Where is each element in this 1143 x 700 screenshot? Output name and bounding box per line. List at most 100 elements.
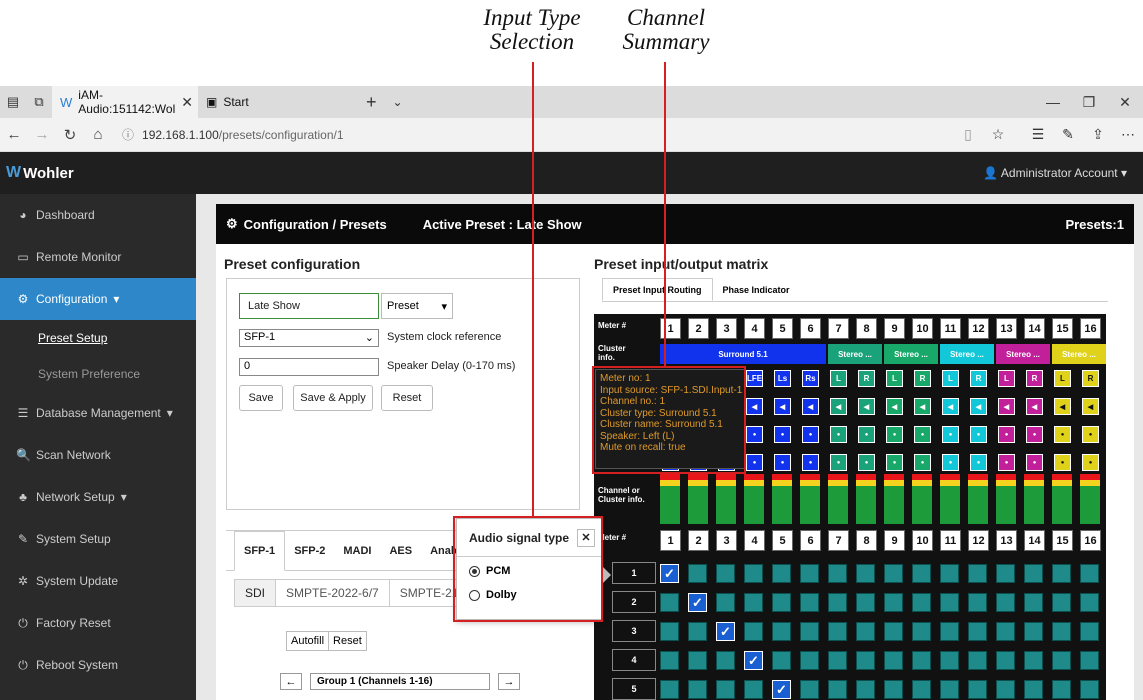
routing-cell[interactable] <box>744 622 763 641</box>
speaker-label[interactable]: L <box>886 370 903 387</box>
routing-cell[interactable] <box>940 622 959 641</box>
more-icon[interactable]: ⋯ <box>1113 126 1143 143</box>
routing-cell[interactable] <box>912 651 931 670</box>
speaker-label[interactable]: L <box>942 370 959 387</box>
routing-cell[interactable] <box>856 622 875 641</box>
routing-cell[interactable] <box>744 593 763 612</box>
routing-cell[interactable] <box>800 593 819 612</box>
routing-cell[interactable] <box>1052 564 1071 583</box>
reset-button[interactable]: Reset <box>381 385 433 411</box>
routing-cell[interactable] <box>856 593 875 612</box>
speaker-label[interactable]: L <box>998 370 1015 387</box>
routing-cell[interactable] <box>912 564 931 583</box>
routing-cell[interactable] <box>688 680 707 699</box>
routing-cell[interactable] <box>968 622 987 641</box>
routing-cell[interactable] <box>912 680 931 699</box>
clock-reference-select[interactable]: SFP-1 ⌄ <box>239 329 379 347</box>
favorites-hub-icon[interactable]: ☰ <box>1023 126 1053 143</box>
sidebar-item-factory-reset[interactable]: ⏻ Factory Reset <box>0 602 196 644</box>
routing-cell[interactable] <box>660 622 679 641</box>
routing-cell[interactable] <box>996 593 1015 612</box>
favorite-star-icon[interactable]: ☆ <box>983 126 1013 143</box>
routing-cell[interactable] <box>940 680 959 699</box>
speaker-label[interactable]: R <box>858 370 875 387</box>
sidebar-subitem-preset-setup[interactable]: Preset Setup <box>0 320 196 356</box>
routing-cell[interactable] <box>772 651 791 670</box>
speaker-delay-input[interactable]: 0 <box>239 358 379 376</box>
speaker-toggle[interactable]: ● <box>886 426 903 443</box>
speaker-label[interactable]: R <box>914 370 931 387</box>
back-icon[interactable]: ← <box>0 126 28 143</box>
speaker-toggle[interactable]: ● <box>942 454 959 471</box>
refresh-icon[interactable]: ↻ <box>56 126 84 144</box>
speaker-toggle[interactable]: ◀ <box>830 398 847 415</box>
restore-icon[interactable]: ❐ <box>1071 94 1107 111</box>
routing-cell[interactable] <box>800 622 819 641</box>
cluster-stereo[interactable]: Stereo ... <box>1052 344 1106 364</box>
speaker-label[interactable]: LFE <box>746 370 763 387</box>
routing-cell[interactable] <box>1024 564 1043 583</box>
speaker-label[interactable]: L <box>830 370 847 387</box>
cluster-stereo[interactable]: Stereo ... <box>828 344 882 364</box>
info-icon[interactable]: ⓘ <box>122 126 134 143</box>
routing-cell[interactable] <box>884 680 903 699</box>
routing-cell[interactable] <box>996 651 1015 670</box>
tabs-aside-icon[interactable]: ▤ <box>0 94 26 110</box>
speaker-toggle[interactable]: ● <box>830 426 847 443</box>
cluster-stereo[interactable]: Stereo ... <box>884 344 938 364</box>
speaker-toggle[interactable]: ● <box>998 454 1015 471</box>
routing-cell[interactable] <box>828 564 847 583</box>
routing-cell[interactable] <box>856 564 875 583</box>
routing-cell[interactable] <box>968 593 987 612</box>
speaker-label[interactable]: Ls <box>774 370 791 387</box>
speaker-toggle[interactable]: ● <box>970 454 987 471</box>
speaker-toggle[interactable]: ● <box>858 454 875 471</box>
sidebar-item-dashboard[interactable]: ◕ Dashboard <box>0 194 196 236</box>
speaker-toggle[interactable]: ◀ <box>914 398 931 415</box>
speaker-toggle[interactable]: ● <box>998 426 1015 443</box>
speaker-toggle[interactable]: ● <box>802 454 819 471</box>
routing-cell[interactable] <box>996 680 1015 699</box>
routing-cell[interactable] <box>884 564 903 583</box>
forward-icon[interactable]: → <box>28 126 56 143</box>
routing-cell[interactable] <box>996 622 1015 641</box>
speaker-label[interactable]: Rs <box>802 370 819 387</box>
routing-cell[interactable] <box>1080 593 1099 612</box>
speaker-label[interactable]: R <box>970 370 987 387</box>
routing-cell[interactable] <box>800 680 819 699</box>
routing-cell[interactable] <box>1052 593 1071 612</box>
speaker-toggle[interactable]: ● <box>942 426 959 443</box>
routing-cell[interactable] <box>884 622 903 641</box>
routing-cell[interactable] <box>912 593 931 612</box>
speaker-toggle[interactable]: ◀ <box>1054 398 1071 415</box>
speaker-toggle[interactable]: ● <box>746 454 763 471</box>
routing-cell[interactable] <box>828 622 847 641</box>
sidebar-item-database[interactable]: ☰ Database Management ▾ <box>0 392 196 434</box>
sidebar-item-network-setup[interactable]: ♣ Network Setup ▾ <box>0 476 196 518</box>
speaker-toggle[interactable]: ● <box>970 426 987 443</box>
speaker-toggle[interactable]: ● <box>774 426 791 443</box>
routing-cell[interactable] <box>884 593 903 612</box>
routing-cell[interactable] <box>1052 651 1071 670</box>
tab-preset-input-routing[interactable]: Preset Input Routing <box>602 278 713 301</box>
routing-cell[interactable] <box>828 593 847 612</box>
speaker-toggle[interactable]: ● <box>1026 454 1043 471</box>
routing-cell[interactable] <box>688 622 707 641</box>
sidebar-item-system-setup[interactable]: ✎ System Setup <box>0 518 196 560</box>
preset-name-input[interactable]: Late Show <box>239 293 379 319</box>
routing-cell[interactable] <box>884 651 903 670</box>
routing-cell[interactable] <box>660 680 679 699</box>
speaker-toggle[interactable]: ◀ <box>774 398 791 415</box>
save-button[interactable]: Save <box>239 385 283 411</box>
browser-tab-start[interactable]: ▣ Start <box>198 86 358 118</box>
routing-cell[interactable] <box>1080 651 1099 670</box>
speaker-toggle[interactable]: ◀ <box>746 398 763 415</box>
routing-cell-checked[interactable]: ✓ <box>688 593 707 612</box>
routing-cell[interactable] <box>660 593 679 612</box>
sidebar-item-reboot-system[interactable]: ⏻ Reboot System <box>0 644 196 686</box>
tab-preview-icon[interactable]: ⧉ <box>26 94 52 110</box>
speaker-toggle[interactable]: ● <box>914 426 931 443</box>
sidebar-item-configuration[interactable]: ⚙ Configuration ▾ <box>0 278 196 320</box>
routing-cell[interactable] <box>1052 622 1071 641</box>
routing-cell[interactable] <box>772 564 791 583</box>
